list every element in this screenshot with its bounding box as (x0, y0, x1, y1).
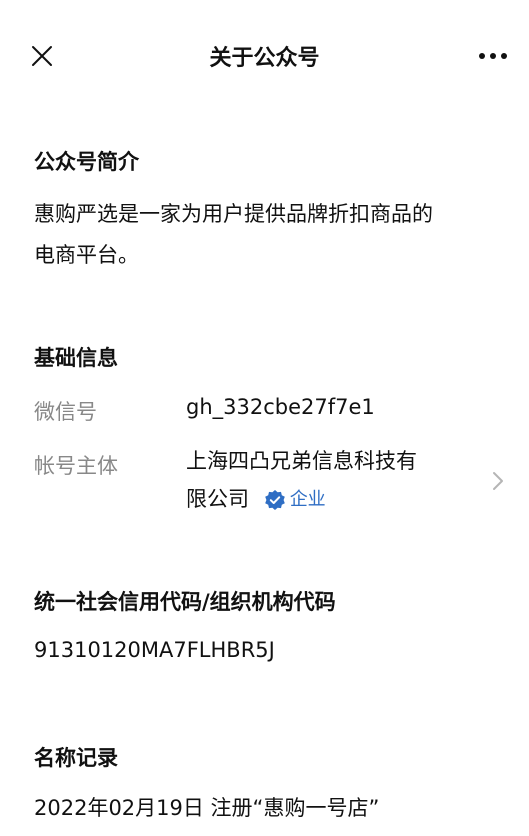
verified-badge-icon (264, 490, 285, 510)
credit-code-value: 91310120MA7FLHBR5J (34, 638, 275, 662)
intro-text-line1: 惠购严选是一家为用户提供品牌折扣商品的 (34, 202, 433, 226)
owner-line1: 上海四凸兄弟信息科技有 (186, 449, 417, 473)
basic-info-heading: 基础信息 (34, 346, 118, 370)
enterprise-badge-label: 企业 (289, 489, 326, 510)
name-record-heading: 名称记录 (34, 746, 118, 770)
owner-value: 上海四凸兄弟信息科技有 限公司 企业 (186, 442, 417, 519)
credit-code-heading: 统一社会信用代码/组织机构代码 (34, 590, 336, 614)
chevron-right-icon (493, 472, 503, 490)
name-record-entry: 2022年02月19日 注册“惠购一号店” (34, 796, 380, 820)
wechat-id-label: 微信号 (34, 400, 97, 424)
owner-line2: 限公司 (186, 487, 249, 511)
owner-label: 帐号主体 (34, 454, 118, 478)
about-account-page: 关于公众号 公众号简介 惠购严选是一家为用户提供品牌折扣商品的 电商平台。 基础… (0, 0, 529, 836)
page-title: 关于公众号 (209, 46, 320, 71)
more-icon (479, 53, 507, 59)
top-navbar: 关于公众号 (0, 0, 529, 112)
intro-heading: 公众号简介 (34, 150, 139, 174)
owner-line2-wrap: 限公司 企业 (186, 480, 417, 519)
intro-text: 惠购严选是一家为用户提供品牌折扣商品的 电商平台。 (34, 194, 504, 276)
intro-text-line2: 电商平台。 (34, 243, 139, 267)
more-button[interactable] (473, 38, 513, 74)
wechat-id-value: gh_332cbe27f7e1 (186, 395, 375, 419)
enterprise-badge[interactable]: 企业 (264, 481, 326, 519)
